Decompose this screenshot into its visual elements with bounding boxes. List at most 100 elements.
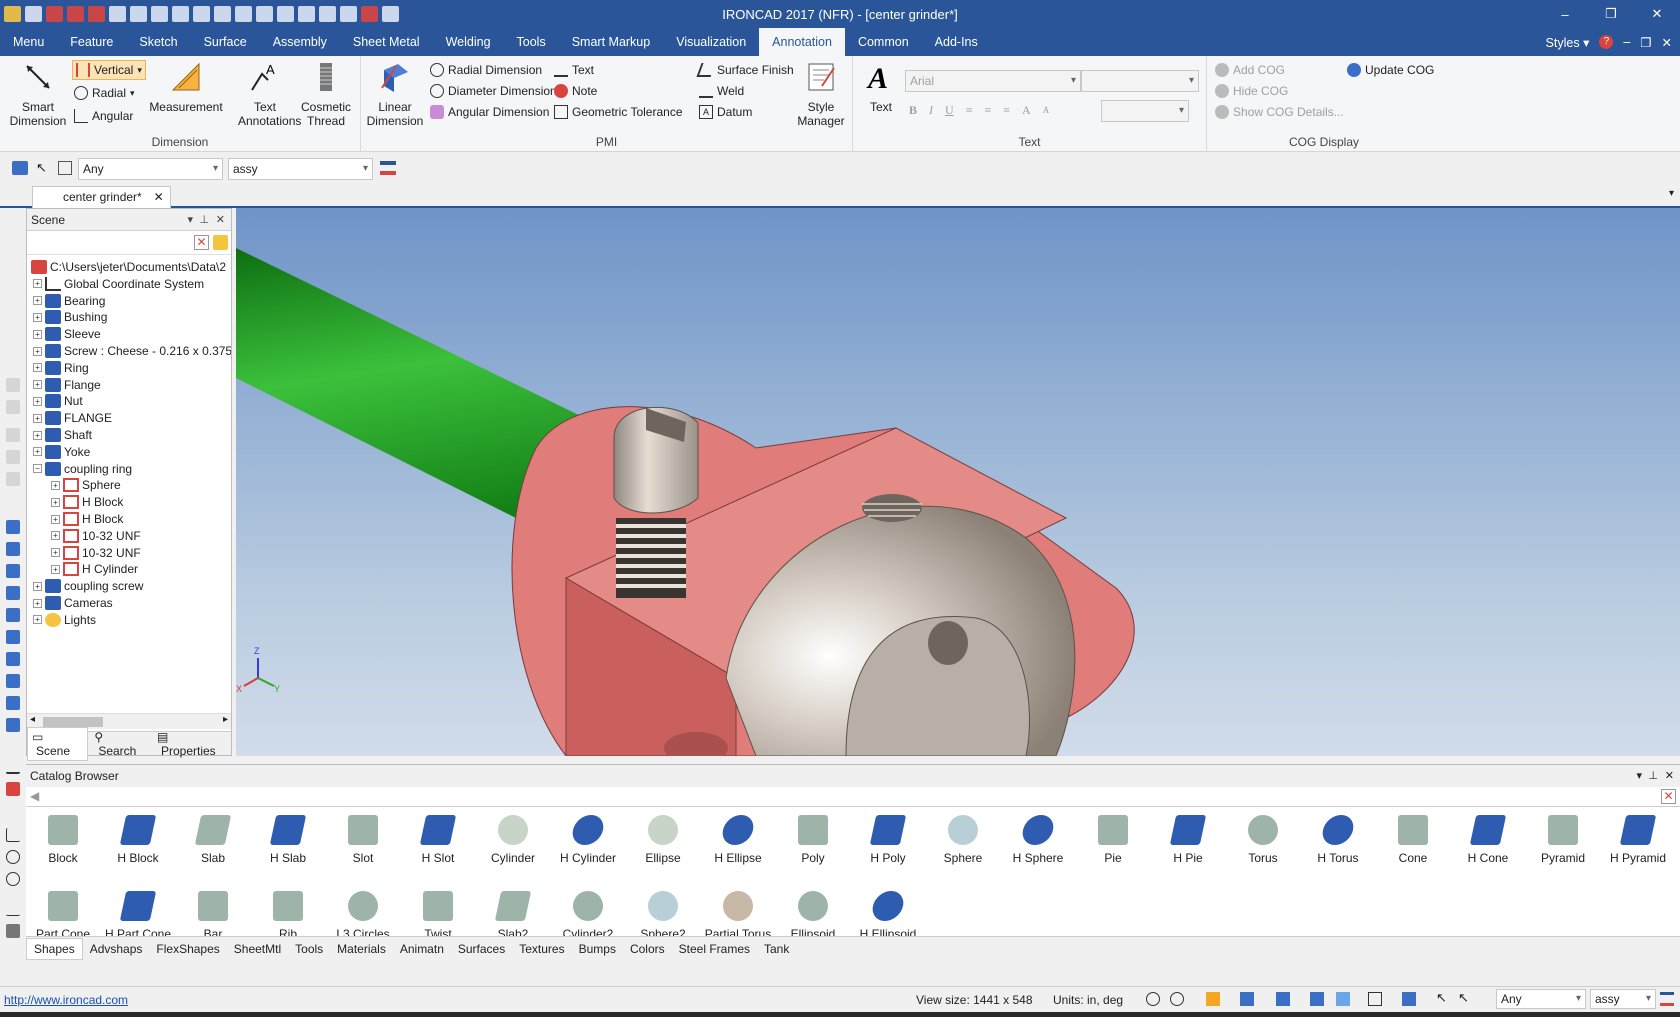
note-button[interactable]: Note <box>554 81 597 101</box>
catalog-item[interactable]: Pyramid <box>1526 815 1600 865</box>
catalog-item[interactable]: Torus <box>1226 815 1300 865</box>
cube-view-3-icon[interactable] <box>6 564 20 578</box>
expand-icon[interactable]: + <box>51 548 60 558</box>
catalog-menu-chevron-icon[interactable]: ▾ <box>1636 765 1642 787</box>
selection-filter-combo[interactable]: Any <box>78 158 223 180</box>
tab-add-ins[interactable]: Add-Ins <box>922 28 991 56</box>
tab-properties[interactable]: ▤ Properties <box>153 728 231 760</box>
catalog-item[interactable]: Twist <box>401 891 475 941</box>
tree-node[interactable]: + Bearing <box>33 292 105 310</box>
linear-dimension-button[interactable]: Linear Dimension <box>365 60 425 128</box>
text-style-button[interactable]: A Text <box>863 60 899 114</box>
tree-node[interactable]: + H Cylinder <box>51 560 138 578</box>
zoom-icon[interactable] <box>1146 992 1160 1006</box>
catalog-tab[interactable]: Tank <box>757 939 796 959</box>
document-tab[interactable]: center grinder* ✕ <box>32 186 171 208</box>
catalog-item[interactable]: Part Cone <box>26 891 100 941</box>
catalog-tab[interactable]: Materials <box>330 939 393 959</box>
catalog-tab[interactable]: FlexShapes <box>149 939 226 959</box>
update-cog-button[interactable]: Update COG <box>1347 60 1434 80</box>
cube-view-1-icon[interactable] <box>6 520 20 534</box>
save-icon[interactable] <box>151 6 168 22</box>
new-icon[interactable] <box>25 6 42 22</box>
catalog-item[interactable]: H Slot <box>401 815 475 865</box>
tab-menu[interactable]: Menu <box>0 28 57 56</box>
catalog-item[interactable]: H Part Cone <box>101 891 175 941</box>
italic-button[interactable]: I <box>929 103 933 118</box>
catalog-tab[interactable]: Shapes <box>26 937 83 960</box>
circle-tool-icon[interactable] <box>6 850 20 864</box>
catalog-delete-icon[interactable]: ✕ <box>1661 789 1676 804</box>
tab-surface[interactable]: Surface <box>191 28 260 56</box>
dimension-tool-icon[interactable] <box>6 760 20 774</box>
cube-view-4-icon[interactable] <box>6 586 20 600</box>
expand-icon[interactable]: + <box>33 615 42 625</box>
expand-icon[interactable]: + <box>51 564 60 574</box>
catalog-item[interactable]: H Ellipse <box>701 815 775 865</box>
panel-menu-chevron-icon[interactable]: ▾ <box>187 209 193 231</box>
catalog-item[interactable]: H Sphere <box>1001 815 1075 865</box>
diameter-dimension-button[interactable]: Diameter Dimension <box>430 81 557 101</box>
tab-list-chevron-icon[interactable]: ▾ <box>1669 188 1674 199</box>
tab-welding[interactable]: Welding <box>433 28 504 56</box>
cube-view-7-icon[interactable] <box>6 652 20 666</box>
close-tab-icon[interactable]: ✕ <box>154 187 164 207</box>
font-combo[interactable]: Arial <box>905 70 1081 92</box>
expand-icon[interactable]: + <box>33 329 42 339</box>
expand-icon[interactable]: + <box>33 396 42 406</box>
assembly-combo[interactable]: assy <box>228 158 373 180</box>
expand-icon[interactable]: + <box>33 279 42 289</box>
catalog-tab[interactable]: Animatn <box>393 939 451 959</box>
catalog-tab[interactable]: Colors <box>623 939 672 959</box>
cube-view-2-icon[interactable] <box>6 542 20 556</box>
angle-tool-icon[interactable] <box>6 828 20 842</box>
tree-node[interactable]: + Screw : Cheese - 0.216 x 0.375 <box>33 342 231 360</box>
catalog-item[interactable]: H Torus <box>1301 815 1375 865</box>
zoom-window-icon[interactable] <box>1170 992 1184 1006</box>
new-scene-icon[interactable] <box>46 6 63 22</box>
cube-view-5-icon[interactable] <box>6 608 20 622</box>
catalog-item[interactable]: Sphere <box>926 815 1000 865</box>
ribbon-close-button[interactable]: ✕ <box>1662 35 1672 50</box>
catalog-item[interactable]: H Block <box>101 815 175 865</box>
datum-button[interactable]: A Datum <box>699 102 752 122</box>
thread-tool-icon[interactable] <box>6 924 20 938</box>
select-arrow-icon[interactable]: ↖ <box>36 160 47 176</box>
view-tool-4-icon[interactable] <box>6 450 20 464</box>
scroll-right-icon[interactable]: ▸ <box>223 714 228 725</box>
view-tool-3-icon[interactable] <box>6 428 20 442</box>
geometric-tolerance-button[interactable]: Geometric Tolerance <box>554 102 683 122</box>
send-icon[interactable] <box>214 6 231 22</box>
catalog-tab[interactable]: Advshaps <box>83 939 150 959</box>
close-doc-icon[interactable] <box>67 6 84 22</box>
panel-close-icon[interactable]: ✕ <box>216 209 225 231</box>
redo-icon[interactable] <box>256 6 273 22</box>
catalog-item[interactable]: L3 Circles <box>326 891 400 941</box>
catalog-item[interactable]: Slab2 <box>476 891 550 941</box>
print-icon[interactable] <box>109 6 126 22</box>
catalog-item[interactable]: Cylinder <box>476 815 550 865</box>
view-orient-icon[interactable] <box>1206 992 1220 1006</box>
catalog-tab[interactable]: Bumps <box>572 939 623 959</box>
import-icon[interactable] <box>172 6 189 22</box>
tree-node[interactable]: + coupling screw <box>33 577 143 595</box>
scroll-left-icon[interactable]: ◂ <box>30 714 35 725</box>
tree-node[interactable]: + H Block <box>51 510 123 528</box>
cube-view-6-icon[interactable] <box>6 630 20 644</box>
catalog-back-icon[interactable]: ◀ <box>30 789 39 803</box>
tab-sketch[interactable]: Sketch <box>126 28 190 56</box>
radial-button[interactable]: Radial ▾ <box>74 83 135 103</box>
app-menu-icon[interactable] <box>4 6 21 22</box>
align-right-icon[interactable]: ≡ <box>1003 103 1010 118</box>
catalog-close-icon[interactable]: ✕ <box>1665 765 1674 787</box>
catalog-item[interactable]: Rib <box>251 891 325 941</box>
camera-icon[interactable] <box>1336 992 1350 1006</box>
text-color-combo[interactable] <box>1101 100 1189 122</box>
catalog-item[interactable]: Partial Torus <box>701 891 775 941</box>
tree-node[interactable]: + Bushing <box>33 308 107 326</box>
catalog-item[interactable]: Ellipse <box>626 815 700 865</box>
bold-button[interactable]: B <box>909 103 917 118</box>
standard-view-icon[interactable] <box>1240 992 1254 1006</box>
close-button[interactable]: ✕ <box>1634 0 1680 28</box>
catalog-item[interactable]: Bar <box>176 891 250 941</box>
